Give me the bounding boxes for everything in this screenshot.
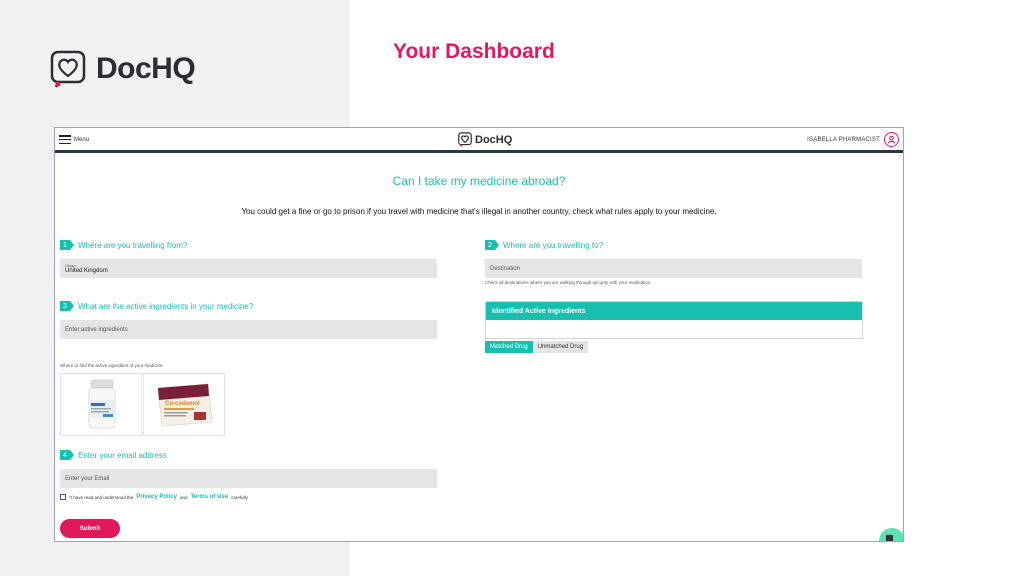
chat-icon [885,534,894,541]
step-1-heading: 1 Where are you travelling from? [60,240,187,250]
product-label: Co-codamol [165,401,200,407]
email-placeholder: Enter your Email [65,475,110,482]
top-bar: Menu DocHQ ISABELLA PHARMACIST [55,128,903,153]
ingredients-hint: Where to find the active ingredient of y… [60,363,163,368]
hamburger-icon [59,135,71,144]
consent-and: and [180,494,188,500]
destination-field[interactable]: Destination [485,259,862,278]
terms-of-use-link[interactable]: Terms of Use [191,494,229,500]
step-4-heading: 4 Enter your email address [60,450,167,460]
topbar-logo[interactable]: DocHQ [458,132,512,147]
destination-hint: Check all destinations where you are wal… [485,280,652,285]
drug-match-legend: Matched Drug Unmatched Drug [485,341,589,353]
identified-ingredients-panel: Identified Active Ingredients [485,301,863,339]
consent-suffix: carefully [231,494,248,500]
slide: DocHQ Your Dashboard Menu DocHQ ISABELLA… [0,0,1024,576]
app-window: Menu DocHQ ISABELLA PHARMACIST Can I tak… [54,127,904,542]
topbar-logo-text: DocHQ [475,133,513,146]
privacy-policy-link[interactable]: Privacy Policy [136,494,177,500]
page-title: Can I take my medicine abroad? [392,174,566,188]
dashboard-heading: Your Dashboard [393,40,555,63]
origin-field[interactable]: Origin United Kingdom [60,259,437,278]
step-label: Where are you travelling from? [78,240,188,250]
chat-widget-button[interactable] [879,528,903,541]
heart-chat-icon [458,132,472,147]
medicine-bottle-image [60,373,142,436]
unmatched-drug-chip: Unmatched Drug [532,341,589,353]
step-2-heading: 2 Where are you travelling to? [485,240,603,250]
menu-button[interactable]: Menu [59,135,89,144]
consent-checkbox[interactable] [60,494,66,500]
ingredients-placeholder: Enter active ingredients [65,326,128,333]
identified-ingredients-title: Identified Active Ingredients [486,302,862,320]
page-subtitle: You could get a fine or go to prison if … [241,207,717,216]
destination-placeholder: Destination [490,265,521,272]
brand-name: DocHQ [96,52,196,85]
step-number: 2 [485,240,499,250]
brand-logo: DocHQ [50,50,196,88]
step-number: 4 [60,450,74,460]
consent-prefix: *I have read and understood the [69,494,134,500]
email-field[interactable]: Enter your Email [60,469,437,488]
step-label: Where are you travelling to? [503,240,604,250]
user-menu[interactable]: ISABELLA PHARMACIST [807,132,899,147]
step-label: What are the active ingredients in your … [78,301,254,311]
user-name: ISABELLA PHARMACIST [807,136,880,143]
consent-row: *I have read and understood the Privacy … [60,494,248,500]
user-avatar-icon [884,132,899,147]
ingredients-input[interactable]: Enter active ingredients [60,320,437,339]
medicine-box-image: Co-codamol [143,373,225,436]
matched-drug-chip: Matched Drug [485,341,533,353]
heart-chat-icon [50,50,86,88]
submit-button[interactable]: Submit [60,519,120,538]
step-number: 1 [60,240,74,250]
origin-value: United Kingdom [65,268,108,274]
step-label: Enter your email address [78,450,167,460]
step-3-heading: 3 What are the active ingredients in you… [60,301,253,311]
menu-label: Menu [74,136,90,143]
step-number: 3 [60,301,74,311]
